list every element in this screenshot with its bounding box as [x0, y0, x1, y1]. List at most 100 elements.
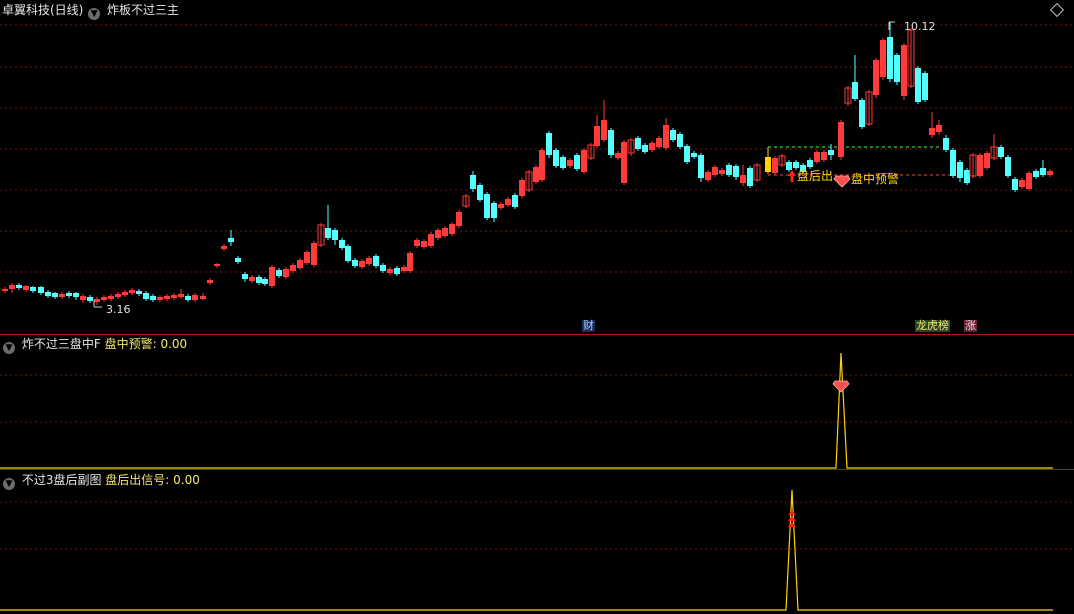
candle-body — [311, 243, 317, 265]
candle-body — [772, 158, 778, 173]
finance-tag[interactable]: 财 — [582, 320, 595, 332]
candle-body — [519, 180, 525, 196]
candle-body — [87, 297, 93, 301]
candle-body — [546, 133, 552, 155]
candle-body — [262, 279, 268, 284]
candle-body — [608, 130, 614, 155]
dragon-tiger-tag[interactable]: 龙虎榜 — [915, 320, 950, 332]
candle-body — [936, 125, 942, 132]
candle-body — [428, 234, 434, 246]
candle-body — [115, 294, 121, 297]
candle-body — [101, 297, 107, 300]
candle-body — [108, 296, 114, 299]
candle-body — [635, 138, 641, 149]
main-chart-pane[interactable]: 卓翼科技(日线) ▼ 炸板不过三主 10.12 3.16 盘后出 盘中预警 财 … — [0, 0, 1074, 334]
limit-up-tag[interactable]: 涨 — [964, 320, 977, 332]
candle-body — [984, 153, 990, 168]
candle-body — [38, 287, 44, 293]
candle-body — [401, 267, 407, 271]
intraday-warning-pane[interactable]: ▼ 炸不过三盘中F 盘中预警: 0.00 — [0, 335, 1074, 469]
candle-body — [733, 166, 739, 177]
candle-body — [880, 40, 886, 77]
candle-body — [1040, 168, 1046, 175]
candle-body — [435, 230, 441, 238]
warning-gem-icon — [833, 175, 851, 188]
candle-body — [915, 68, 921, 102]
candle-body — [235, 258, 241, 262]
candle-body — [705, 172, 711, 180]
candle-body — [80, 296, 86, 300]
candle-body — [887, 37, 893, 79]
candle-body — [394, 268, 400, 274]
candle-body — [414, 240, 420, 246]
candle-body — [59, 294, 65, 297]
candle-body — [228, 238, 234, 242]
candle-body — [807, 160, 813, 167]
candle-body — [164, 296, 170, 299]
candle-body — [30, 287, 36, 291]
high-price-label: 10.12 — [904, 20, 936, 33]
candles — [2, 22, 1053, 305]
intraday-warning-chart — [0, 352, 1074, 469]
candle-body — [581, 150, 587, 172]
candle-body — [66, 293, 72, 296]
candle-body — [929, 128, 935, 135]
candlestick-chart: 10.12 3.16 盘后出 盘中预警 — [0, 20, 1074, 316]
candle-body — [366, 258, 372, 264]
candle-body — [977, 155, 983, 176]
candle-body — [136, 291, 142, 294]
candle-body — [207, 280, 213, 283]
intraday-signal-label: 盘中预警 — [851, 171, 899, 186]
candle-body — [553, 150, 559, 166]
candle-body — [387, 269, 393, 273]
candle-body — [456, 212, 462, 226]
candle-body — [23, 286, 29, 290]
candle-body — [642, 145, 648, 152]
intraday-signal-line — [0, 352, 1053, 469]
candle-body — [1047, 171, 1053, 175]
candle-body — [484, 194, 490, 218]
candle-body — [421, 241, 427, 247]
candle-body — [574, 155, 580, 169]
candle-body — [838, 122, 844, 157]
candle-body — [747, 168, 753, 186]
candle-body — [185, 296, 191, 300]
candle-body — [512, 195, 518, 207]
candle-body — [52, 293, 58, 297]
candle-body — [283, 269, 289, 277]
candle-body — [73, 293, 79, 297]
candle-body — [793, 162, 799, 168]
candle-body — [859, 100, 865, 127]
candle-body — [656, 138, 662, 147]
candle-body — [352, 260, 358, 266]
candle-body — [726, 165, 732, 175]
candle-body — [16, 285, 22, 288]
candle-body — [539, 150, 545, 180]
candle-body — [901, 45, 907, 96]
candle-body — [998, 147, 1004, 157]
after-close-signal-pane[interactable]: ▼ 不过3盘后副图 盘后出信号: 0.00 — [0, 470, 1074, 614]
candle-body — [359, 261, 365, 267]
candle-body — [129, 290, 135, 293]
candle-body — [150, 296, 156, 300]
candle-body — [2, 289, 8, 291]
candle-body — [373, 256, 379, 266]
candle-body — [1026, 173, 1032, 189]
candle-body — [712, 167, 718, 175]
candle-body — [491, 203, 497, 218]
candle-body — [290, 265, 296, 271]
candle-body — [122, 292, 128, 295]
candle-body — [477, 185, 483, 200]
candle-body — [560, 157, 566, 168]
candle-body — [1012, 179, 1018, 190]
candle-body — [94, 299, 100, 302]
candle-body — [1005, 157, 1011, 176]
candle-body — [269, 267, 275, 286]
candle-body — [470, 175, 476, 189]
candle-body — [677, 134, 683, 147]
after-close-signal-label: 盘后出 — [797, 168, 833, 183]
candle-body — [698, 155, 704, 178]
candle-body — [740, 175, 746, 183]
candle-body — [380, 265, 386, 271]
candle-body — [442, 228, 448, 236]
